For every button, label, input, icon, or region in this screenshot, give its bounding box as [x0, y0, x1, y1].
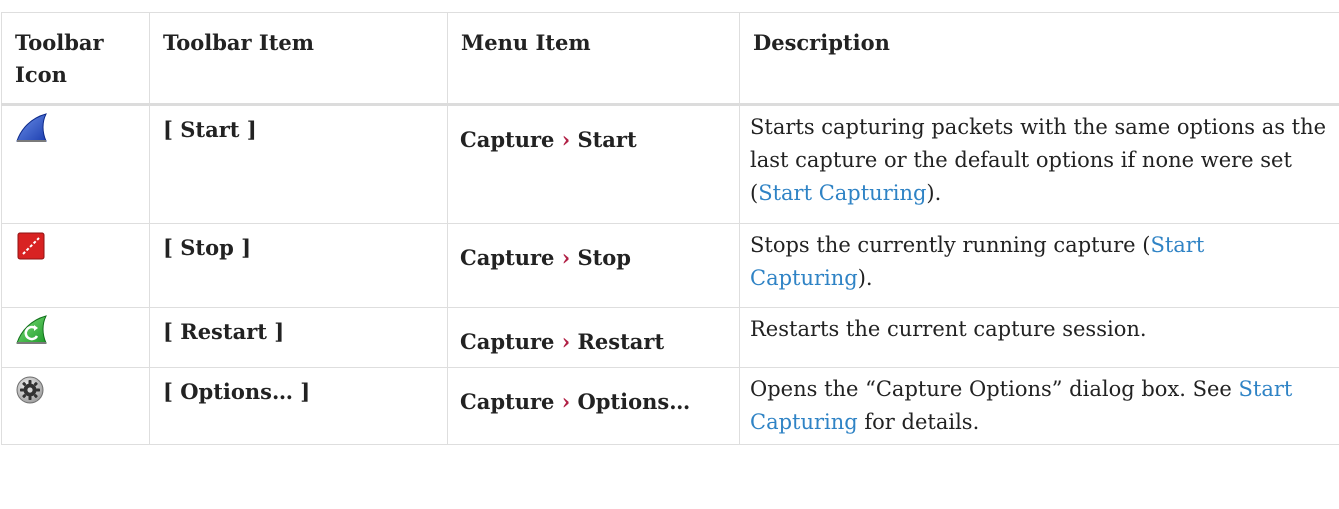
table-row-stop: [ Stop ] Capture › Stop Stops the curren… — [1, 223, 1339, 308]
gear-icon[interactable] — [15, 375, 49, 405]
table-row-restart: [ Restart ] Capture › Restart Restarts t… — [1, 307, 1339, 368]
description: Opens the “Capture Options” dialog box. … — [739, 367, 1339, 445]
toolbar-item: [ Options… ] — [149, 367, 448, 445]
menu-caret: › — [561, 329, 571, 354]
description: Restarts the current capture session. — [739, 307, 1339, 368]
menu-parent: Capture — [460, 245, 555, 270]
header-description: Description — [739, 12, 1339, 106]
menu-caret: › — [561, 127, 571, 152]
menu-parent: Capture — [460, 127, 555, 152]
toolbar-item: [ Start ] — [149, 104, 448, 224]
menu-caret: › — [561, 245, 571, 270]
menu-parent: Capture — [460, 389, 555, 414]
menu-sequence: Capture › Start — [460, 127, 637, 152]
toolbar-reference-table: Toolbar Icon Toolbar Item Menu Item Desc… — [1, 12, 1339, 445]
header-menu-item: Menu Item — [447, 12, 740, 106]
icon-cell — [1, 104, 150, 224]
menu-item: Capture › Restart — [447, 307, 740, 368]
menu-parent: Capture — [460, 329, 555, 354]
icon-cell — [1, 223, 150, 308]
menu-child: Stop — [577, 245, 631, 270]
menu-child: Start — [577, 127, 637, 152]
description: Stops the currently running capture (Sta… — [739, 223, 1339, 308]
menu-sequence: Capture › Options… — [460, 389, 690, 414]
stop-red-square-icon[interactable] — [15, 231, 49, 261]
menu-sequence: Capture › Restart — [460, 329, 664, 354]
menu-caret: › — [561, 389, 571, 414]
description-text-end: for details. — [857, 410, 980, 434]
icon-cell — [1, 367, 150, 445]
menu-child: Options… — [577, 389, 691, 414]
description-text-end: ). — [857, 266, 873, 290]
menu-child: Restart — [577, 329, 665, 354]
description-text: Stops the currently running capture ( — [750, 233, 1151, 257]
menu-sequence: Capture › Stop — [460, 245, 631, 270]
description-text-end: ). — [926, 181, 942, 205]
table-header-row: Toolbar Icon Toolbar Item Menu Item Desc… — [1, 12, 1339, 106]
table-row-options: [ Options… ] Capture › Options… Opens th… — [1, 367, 1339, 445]
description-text: Restarts the current capture session. — [750, 317, 1147, 341]
toolbar-item: [ Restart ] — [149, 307, 448, 368]
start-capturing-link[interactable]: Start Capturing — [758, 181, 926, 205]
header-toolbar-icon: Toolbar Icon — [1, 12, 150, 106]
shark-fin-blue-icon[interactable] — [15, 113, 49, 143]
description: Starts capturing packets with the same o… — [739, 104, 1339, 224]
header-toolbar-item: Toolbar Item — [149, 12, 448, 106]
menu-item: Capture › Stop — [447, 223, 740, 308]
menu-item: Capture › Options… — [447, 367, 740, 445]
toolbar-item: [ Stop ] — [149, 223, 448, 308]
description-text: Opens the “Capture Options” dialog box. … — [750, 377, 1239, 401]
icon-cell — [1, 307, 150, 368]
menu-item: Capture › Start — [447, 104, 740, 224]
table-row-start: [ Start ] Capture › Start Starts capturi… — [1, 104, 1339, 224]
restart-green-fin-icon[interactable] — [15, 315, 49, 345]
